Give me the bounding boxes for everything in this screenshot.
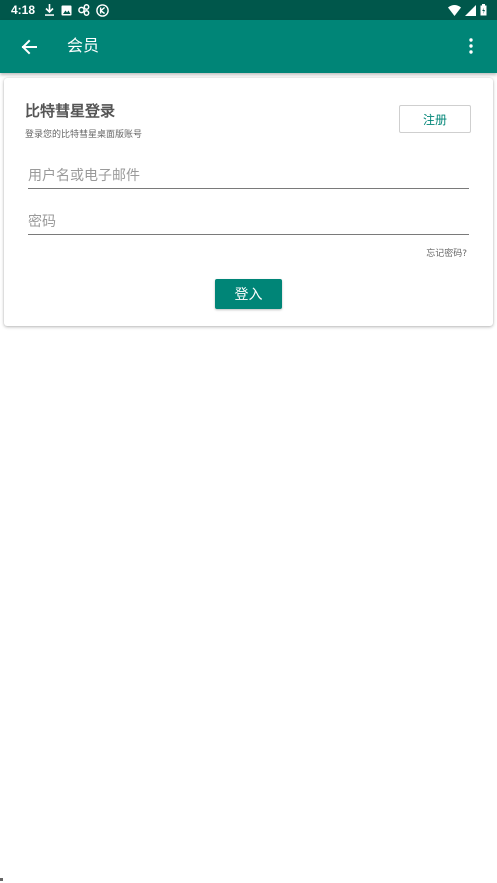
status-system-icons [448, 3, 487, 17]
signal-icon [465, 4, 476, 16]
username-input[interactable] [28, 165, 469, 189]
password-input[interactable] [28, 211, 469, 235]
status-time: 4:18 [11, 3, 36, 17]
app-bar: 会员 [0, 20, 497, 73]
battery-icon [480, 4, 487, 16]
more-vert-icon [469, 38, 473, 54]
login-button[interactable]: 登入 [215, 279, 282, 309]
download-icon [45, 4, 54, 16]
screen-corner-mark [0, 878, 3, 881]
register-button[interactable]: 注册 [399, 105, 471, 133]
arrow-left-icon [21, 39, 37, 55]
login-title: 比特彗星登录 [25, 102, 116, 120]
k-circle-icon [96, 3, 109, 17]
status-bar: 4:18 [0, 0, 497, 20]
forgot-password-link[interactable]: 忘记密码? [426, 248, 467, 260]
link-icon [78, 4, 90, 16]
wifi-icon [448, 4, 461, 16]
status-notification-icons [44, 3, 109, 17]
back-button[interactable] [14, 32, 44, 62]
more-options-button[interactable] [459, 34, 483, 58]
photo-icon [61, 5, 72, 15]
login-card: 比特彗星登录 登录您的比特彗星桌面版账号 注册 忘记密码? 登入 [4, 78, 493, 326]
page-title: 会员 [67, 36, 100, 55]
login-subtitle: 登录您的比特彗星桌面版账号 [25, 130, 143, 140]
